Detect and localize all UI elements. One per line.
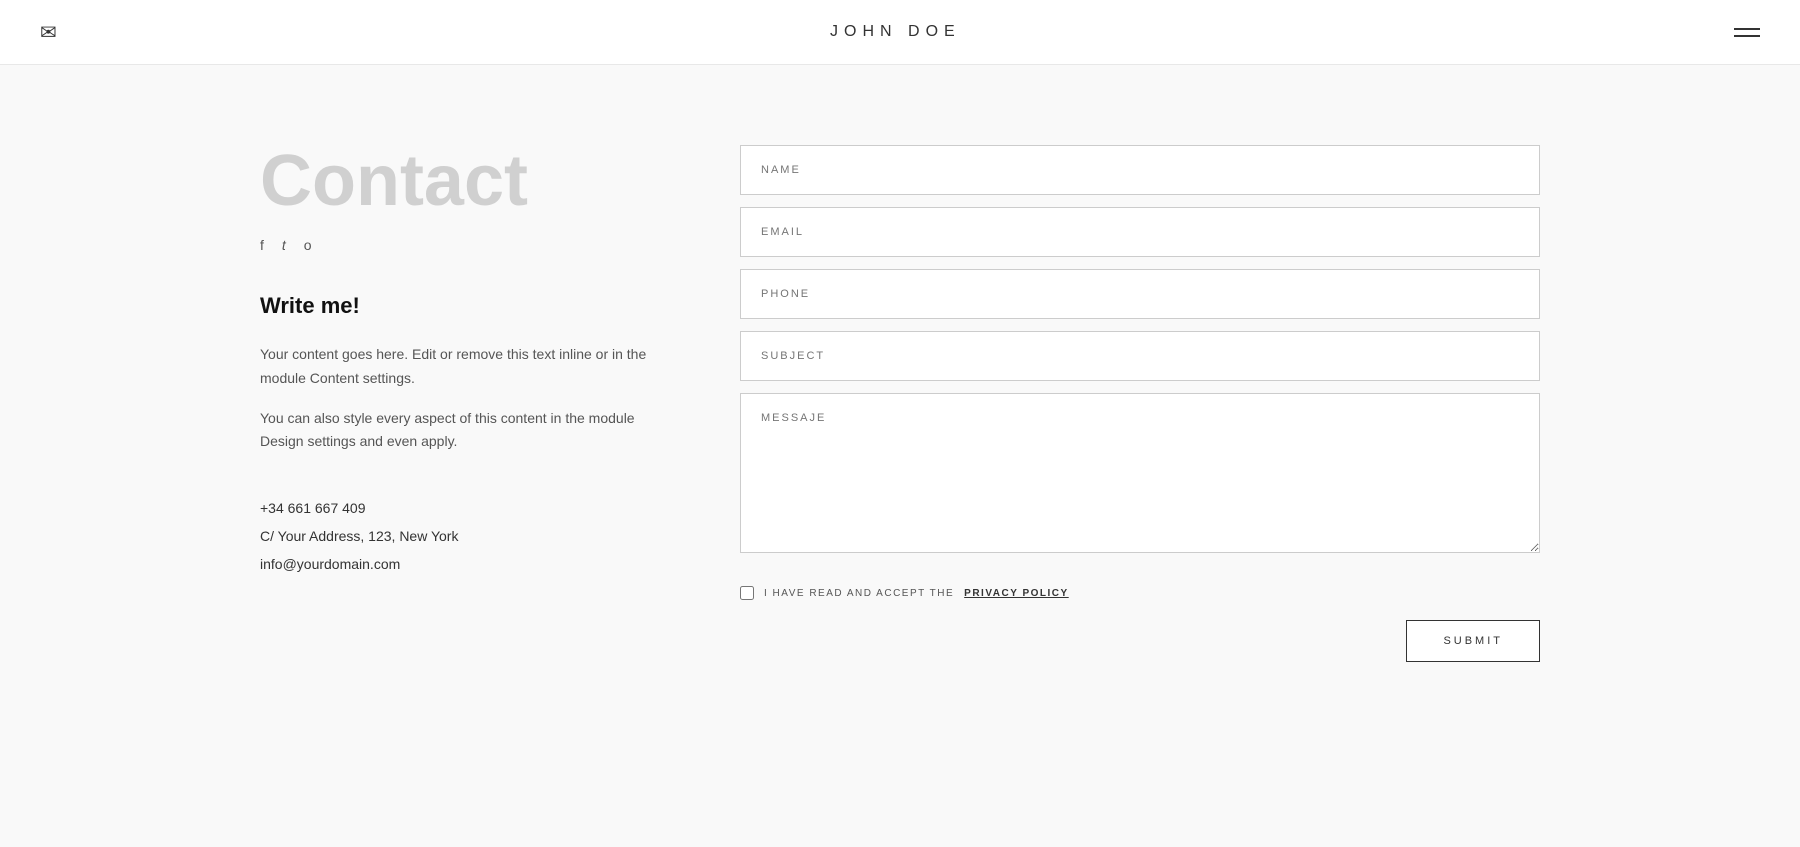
twitter-icon[interactable]: t bbox=[282, 237, 286, 253]
page-title: Contact bbox=[260, 145, 660, 217]
email-input[interactable] bbox=[740, 207, 1540, 257]
address: C/ Your Address, 123, New York bbox=[260, 522, 660, 550]
facebook-icon[interactable]: f bbox=[260, 237, 264, 253]
message-field-group bbox=[740, 393, 1540, 558]
privacy-checkbox[interactable] bbox=[740, 586, 754, 600]
phone-number: +34 661 667 409 bbox=[260, 494, 660, 522]
hamburger-menu-icon[interactable] bbox=[1734, 28, 1760, 37]
privacy-policy-link[interactable]: PRIVACY POLICY bbox=[964, 588, 1069, 599]
phone-input[interactable] bbox=[740, 269, 1540, 319]
name-field-group bbox=[740, 145, 1540, 195]
description-1: Your content goes here. Edit or remove t… bbox=[260, 343, 660, 391]
left-column: Contact f t o Write me! Your content goe… bbox=[260, 145, 660, 662]
site-title: JOHN DOE bbox=[830, 23, 961, 41]
subject-input[interactable] bbox=[740, 331, 1540, 381]
contact-info: +34 661 667 409 C/ Your Address, 123, Ne… bbox=[260, 494, 660, 578]
menu-line-1 bbox=[1734, 28, 1760, 30]
instagram-icon[interactable]: o bbox=[304, 237, 312, 253]
write-me-heading: Write me! bbox=[260, 293, 660, 319]
mail-icon[interactable]: ✉ bbox=[40, 20, 57, 45]
phone-field-group bbox=[740, 269, 1540, 319]
message-textarea[interactable] bbox=[740, 393, 1540, 553]
contact-form: I HAVE READ AND ACCEPT THE PRIVACY POLIC… bbox=[740, 145, 1540, 662]
email-field-group bbox=[740, 207, 1540, 257]
privacy-text: I HAVE READ AND ACCEPT THE bbox=[764, 588, 954, 599]
menu-line-2 bbox=[1734, 35, 1760, 37]
privacy-row: I HAVE READ AND ACCEPT THE PRIVACY POLIC… bbox=[740, 586, 1540, 600]
header: ✉ JOHN DOE bbox=[0, 0, 1800, 65]
main-content: Contact f t o Write me! Your content goe… bbox=[0, 65, 1800, 742]
description-2: You can also style every aspect of this … bbox=[260, 407, 660, 455]
submit-row: SUBMIT bbox=[740, 620, 1540, 662]
social-icons: f t o bbox=[260, 237, 660, 253]
name-input[interactable] bbox=[740, 145, 1540, 195]
submit-button[interactable]: SUBMIT bbox=[1406, 620, 1540, 662]
subject-field-group bbox=[740, 331, 1540, 381]
email-address: info@yourdomain.com bbox=[260, 550, 660, 578]
